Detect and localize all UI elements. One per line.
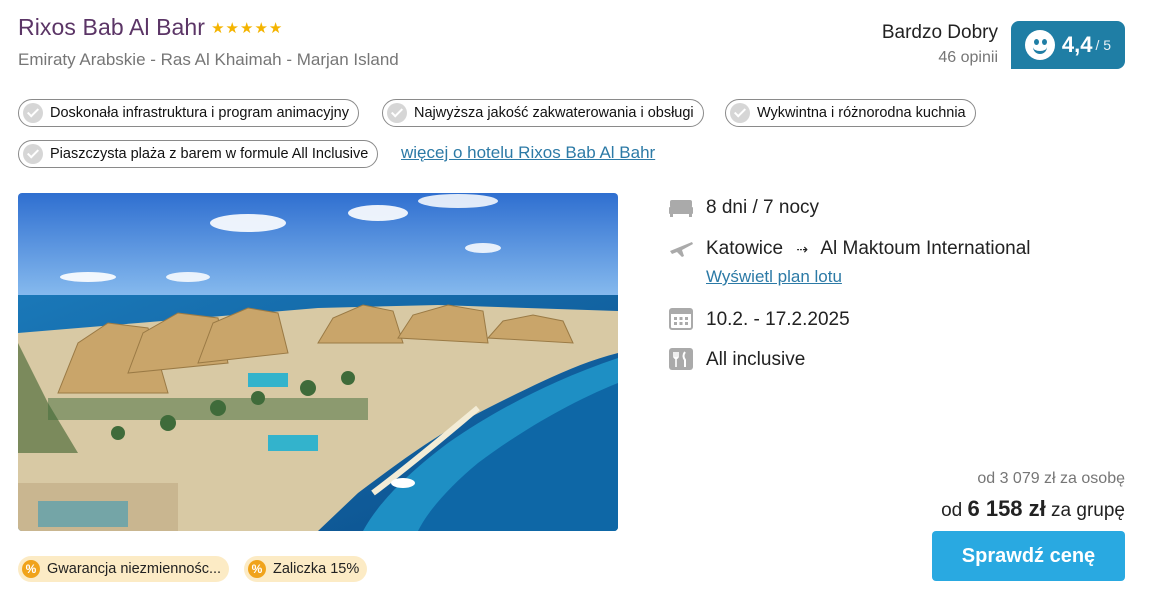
rating-badge[interactable]: 4,4 / 5 bbox=[1011, 21, 1125, 69]
check-icon bbox=[730, 103, 750, 123]
price-group-suffix: za grupę bbox=[1051, 500, 1125, 521]
arrow-icon: ⇢ bbox=[796, 241, 809, 257]
check-icon bbox=[23, 103, 43, 123]
feature-tag: Wykwintna i różnorodna kuchnia bbox=[725, 99, 976, 127]
deposit-badge[interactable]: % Zaliczka 15% bbox=[244, 556, 368, 582]
badge-label: Zaliczka 15% bbox=[273, 561, 360, 577]
hotel-name[interactable]: Rixos Bab Al Bahr bbox=[18, 14, 205, 41]
star-icon: ★ bbox=[239, 19, 254, 37]
star-icon: ★ bbox=[268, 19, 283, 37]
percent-icon: % bbox=[22, 560, 40, 578]
flight-plan-link[interactable]: Wyświetl plan lotu bbox=[706, 267, 842, 287]
hotel-location: Emiraty Arabskie - Ras Al Khaimah - Marj… bbox=[18, 50, 399, 69]
percent-icon: % bbox=[248, 560, 266, 578]
star-icon: ★ bbox=[211, 19, 225, 37]
star-icon: ★ bbox=[225, 19, 239, 37]
price-per-person: od 3 079 zł za osobę bbox=[977, 470, 1125, 487]
trip-dates: 10.2. - 17.2.2025 bbox=[706, 309, 850, 330]
smiley-icon bbox=[1024, 30, 1055, 60]
check-price-button[interactable]: Sprawdź cenę bbox=[932, 531, 1125, 581]
feature-tag-label: Najwyższa jakość zakwaterowania i obsług… bbox=[414, 105, 694, 121]
badge-label: Gwarancja niezmiennośc... bbox=[47, 561, 222, 577]
hotel-header: Rixos Bab Al Bahr ★ ★ ★ ★ ★ bbox=[18, 14, 282, 41]
check-icon bbox=[23, 144, 43, 164]
feature-tag-label: Doskonała infrastruktura i program anima… bbox=[50, 105, 349, 121]
cutlery-icon bbox=[668, 347, 694, 371]
star-icon: ★ bbox=[254, 19, 268, 37]
hotel-photo[interactable] bbox=[18, 193, 618, 531]
bed-icon bbox=[668, 196, 694, 220]
price-group: od 6 158 zł za grupę bbox=[941, 496, 1125, 522]
rating-summary: Bardzo Dobry 46 opinii bbox=[882, 22, 998, 67]
rating-label: Bardzo Dobry bbox=[881, 22, 998, 43]
rating-score: 4,4 bbox=[1061, 32, 1093, 57]
price-group-prefix: od bbox=[941, 500, 963, 521]
rating-max: / 5 bbox=[1095, 37, 1112, 53]
feature-tag-label: Wykwintna i różnorodna kuchnia bbox=[757, 105, 966, 121]
calendar-icon bbox=[668, 306, 694, 330]
board-type: All inclusive bbox=[706, 349, 806, 370]
feature-tag: Piaszczysta plaża z barem w formule All … bbox=[18, 140, 379, 168]
flight-route: Katowice ⇢ Al Maktoum International bbox=[706, 238, 1031, 260]
feature-tag: Doskonała infrastruktura i program anima… bbox=[18, 99, 359, 127]
review-count[interactable]: 46 opinii bbox=[882, 49, 998, 67]
departure-airport: Katowice bbox=[706, 238, 784, 259]
price-guarantee-badge[interactable]: % Gwarancja niezmiennośc... bbox=[18, 556, 230, 582]
check-icon bbox=[387, 103, 407, 123]
more-about-hotel-link[interactable]: więcej o hotelu Rixos Bab Al Bahr bbox=[401, 143, 655, 163]
star-rating: ★ ★ ★ ★ ★ bbox=[211, 19, 282, 37]
price-group-value: 6 158 zł bbox=[967, 496, 1046, 521]
feature-tag: Najwyższa jakość zakwaterowania i obsług… bbox=[382, 99, 704, 127]
trip-duration: 8 dni / 7 nocy bbox=[706, 197, 820, 218]
feature-tag-label: Piaszczysta plaża z barem w formule All … bbox=[50, 146, 369, 162]
arrival-airport: Al Maktoum International bbox=[820, 238, 1031, 259]
plane-icon bbox=[668, 236, 694, 260]
